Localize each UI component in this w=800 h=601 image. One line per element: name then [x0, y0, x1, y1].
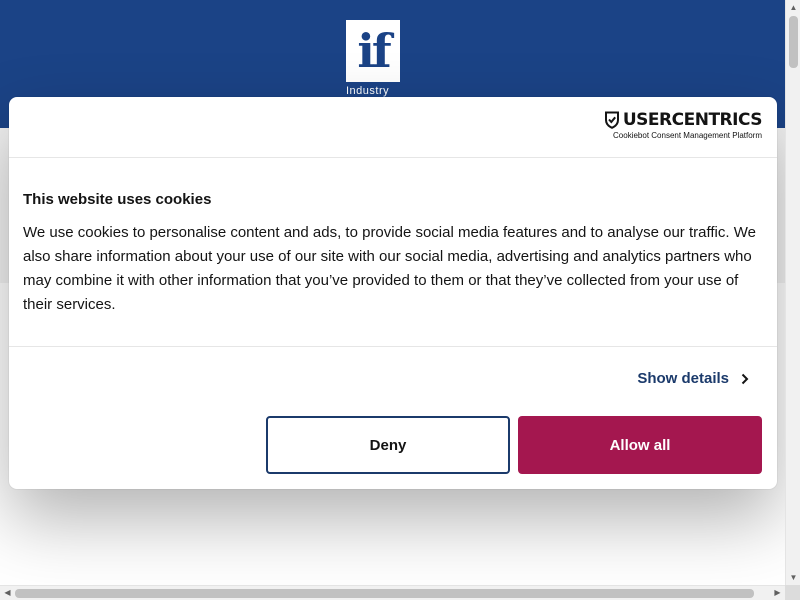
- provider-name: USERCENTRICS: [622, 110, 763, 130]
- scroll-up-icon[interactable]: ▲: [786, 0, 800, 15]
- allow-all-button[interactable]: Allow all: [518, 416, 762, 474]
- vertical-scrollbar[interactable]: ▲ ▼: [785, 0, 800, 585]
- vertical-scroll-thumb[interactable]: [789, 16, 798, 68]
- provider-tagline: Cookiebot Consent Management Platform: [613, 131, 762, 140]
- cookie-consent-dialog: USERCENTRICS Cookiebot Consent Managemen…: [9, 97, 777, 489]
- show-details-label: Show details: [637, 370, 729, 387]
- deny-button[interactable]: Deny: [266, 416, 510, 474]
- horizontal-scroll-thumb[interactable]: [15, 589, 754, 598]
- site-logo[interactable]: if Industry: [346, 20, 402, 98]
- scroll-down-icon[interactable]: ▼: [786, 570, 800, 585]
- scroll-right-icon[interactable]: ▶: [770, 586, 785, 601]
- dialog-divider: [9, 346, 777, 347]
- logo-text: Industry: [346, 85, 390, 97]
- show-details-link[interactable]: Show details: [637, 370, 749, 387]
- usercentrics-shield-icon: [604, 111, 619, 129]
- scrollbar-corner: [785, 585, 800, 600]
- dialog-description: We use cookies to personalise content an…: [23, 224, 756, 313]
- dialog-body: This website uses cookies We use cookies…: [9, 158, 777, 313]
- logo-mark: if: [346, 20, 400, 82]
- scroll-left-icon[interactable]: ◀: [0, 586, 15, 601]
- horizontal-scrollbar[interactable]: ◀ ▶: [0, 585, 785, 600]
- dialog-title: This website uses cookies: [23, 191, 212, 208]
- chevron-right-icon: [741, 373, 749, 384]
- usercentrics-logo: USERCENTRICS Cookiebot Consent Managemen…: [604, 110, 763, 140]
- dialog-header: USERCENTRICS Cookiebot Consent Managemen…: [9, 97, 777, 158]
